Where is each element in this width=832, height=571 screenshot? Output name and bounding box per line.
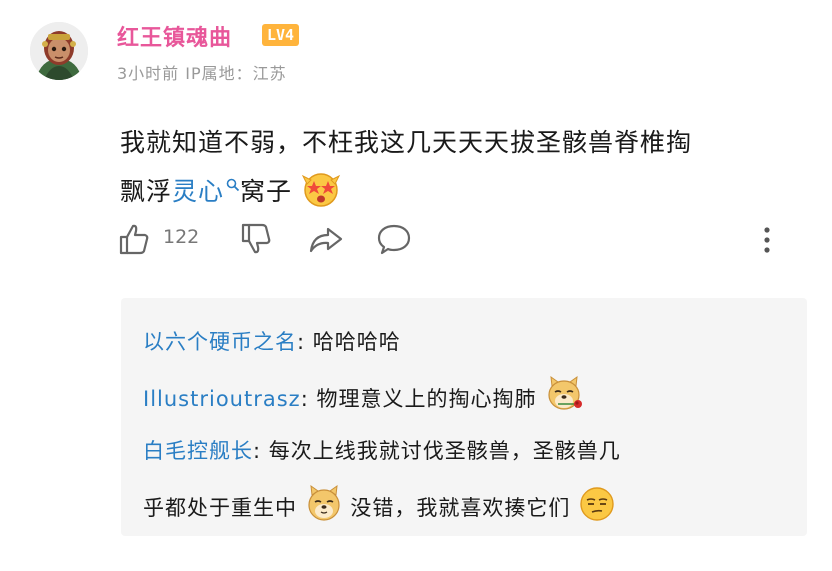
reply-item: Illustrioutrasz: 物理意义上的掏心掏肺 xyxy=(143,374,793,423)
reply-text: 每次上线我就讨伐圣骸兽，圣骸兽几 xyxy=(268,439,621,463)
topic-link-label: 灵心 xyxy=(172,177,225,206)
comment-line: 我就知道不弱，不枉我这几天天天拔圣骸兽脊椎掏 xyxy=(120,128,693,157)
reply-line: 白毛控舰长: 每次上线我就讨伐圣骸兽，圣骸兽几 xyxy=(143,428,793,475)
thumbs-up-icon xyxy=(119,224,149,255)
reply-colon: : xyxy=(297,330,313,354)
share-button[interactable] xyxy=(308,224,344,260)
search-icon xyxy=(226,178,240,192)
reply-line: 乎都处于重生中 没错，我就喜欢揍它们 xyxy=(143,483,793,532)
reply-author[interactable]: 白毛控舰长 xyxy=(143,439,253,463)
reply-item: 白毛控舰长: 每次上线我就讨伐圣骸兽，圣骸兽几 乎都处于重生中 没错，我就喜欢揍… xyxy=(143,428,793,532)
like-button[interactable] xyxy=(118,222,150,260)
comment-body: 我就知道不弱，不枉我这几天天天拔圣骸兽脊椎掏 飘浮灵心 窝子 xyxy=(120,118,800,216)
reply-colon: : xyxy=(300,387,317,411)
comment-meta: 3小时前 IP属地：江苏 xyxy=(117,60,287,84)
username[interactable]: 红王镇魂曲 xyxy=(117,20,232,52)
more-vertical-icon xyxy=(764,227,770,253)
avatar-image xyxy=(30,22,88,80)
comment-text: 飘浮 xyxy=(120,177,173,206)
replies-box[interactable]: 以六个硬币之名: 哈哈哈哈 Illustrioutrasz: 物理意义上的掏心掏… xyxy=(121,298,807,536)
comment-time: 3小时前 xyxy=(117,64,180,83)
comment-bubble-icon xyxy=(377,224,411,255)
comment-text: 窝子 xyxy=(240,177,293,206)
like-count: 122 xyxy=(163,226,200,248)
thumbs-down-icon xyxy=(241,223,271,254)
more-options-button[interactable] xyxy=(760,224,774,260)
doge-icon xyxy=(308,484,340,521)
reply-text: 哈哈哈哈 xyxy=(312,330,401,354)
topic-link[interactable]: 灵心 xyxy=(172,177,240,206)
reply-text: 乎都处于重生中 xyxy=(143,496,297,520)
reply-text: 物理意义上的掏心掏肺 xyxy=(316,387,537,411)
ip-location: IP属地：江苏 xyxy=(185,64,287,83)
reply-item: 以六个硬币之名: 哈哈哈哈 xyxy=(143,319,793,366)
level-badge: LV4 xyxy=(262,24,300,46)
reply-author[interactable]: Illustrioutrasz xyxy=(143,387,301,411)
reply-author[interactable]: 以六个硬币之名 xyxy=(143,330,297,354)
starry-eyed-face-icon xyxy=(301,173,341,207)
reply-button[interactable] xyxy=(376,223,412,261)
avatar[interactable] xyxy=(30,22,88,80)
reply-text: 没错，我就喜欢揍它们 xyxy=(350,496,571,520)
doge-rose-icon xyxy=(548,375,583,410)
dislike-button[interactable] xyxy=(240,222,272,260)
comment-line: 飘浮灵心 窝子 xyxy=(120,167,800,216)
reply-colon: : xyxy=(253,439,269,463)
smug-face-icon xyxy=(580,487,614,521)
share-icon xyxy=(309,227,343,253)
